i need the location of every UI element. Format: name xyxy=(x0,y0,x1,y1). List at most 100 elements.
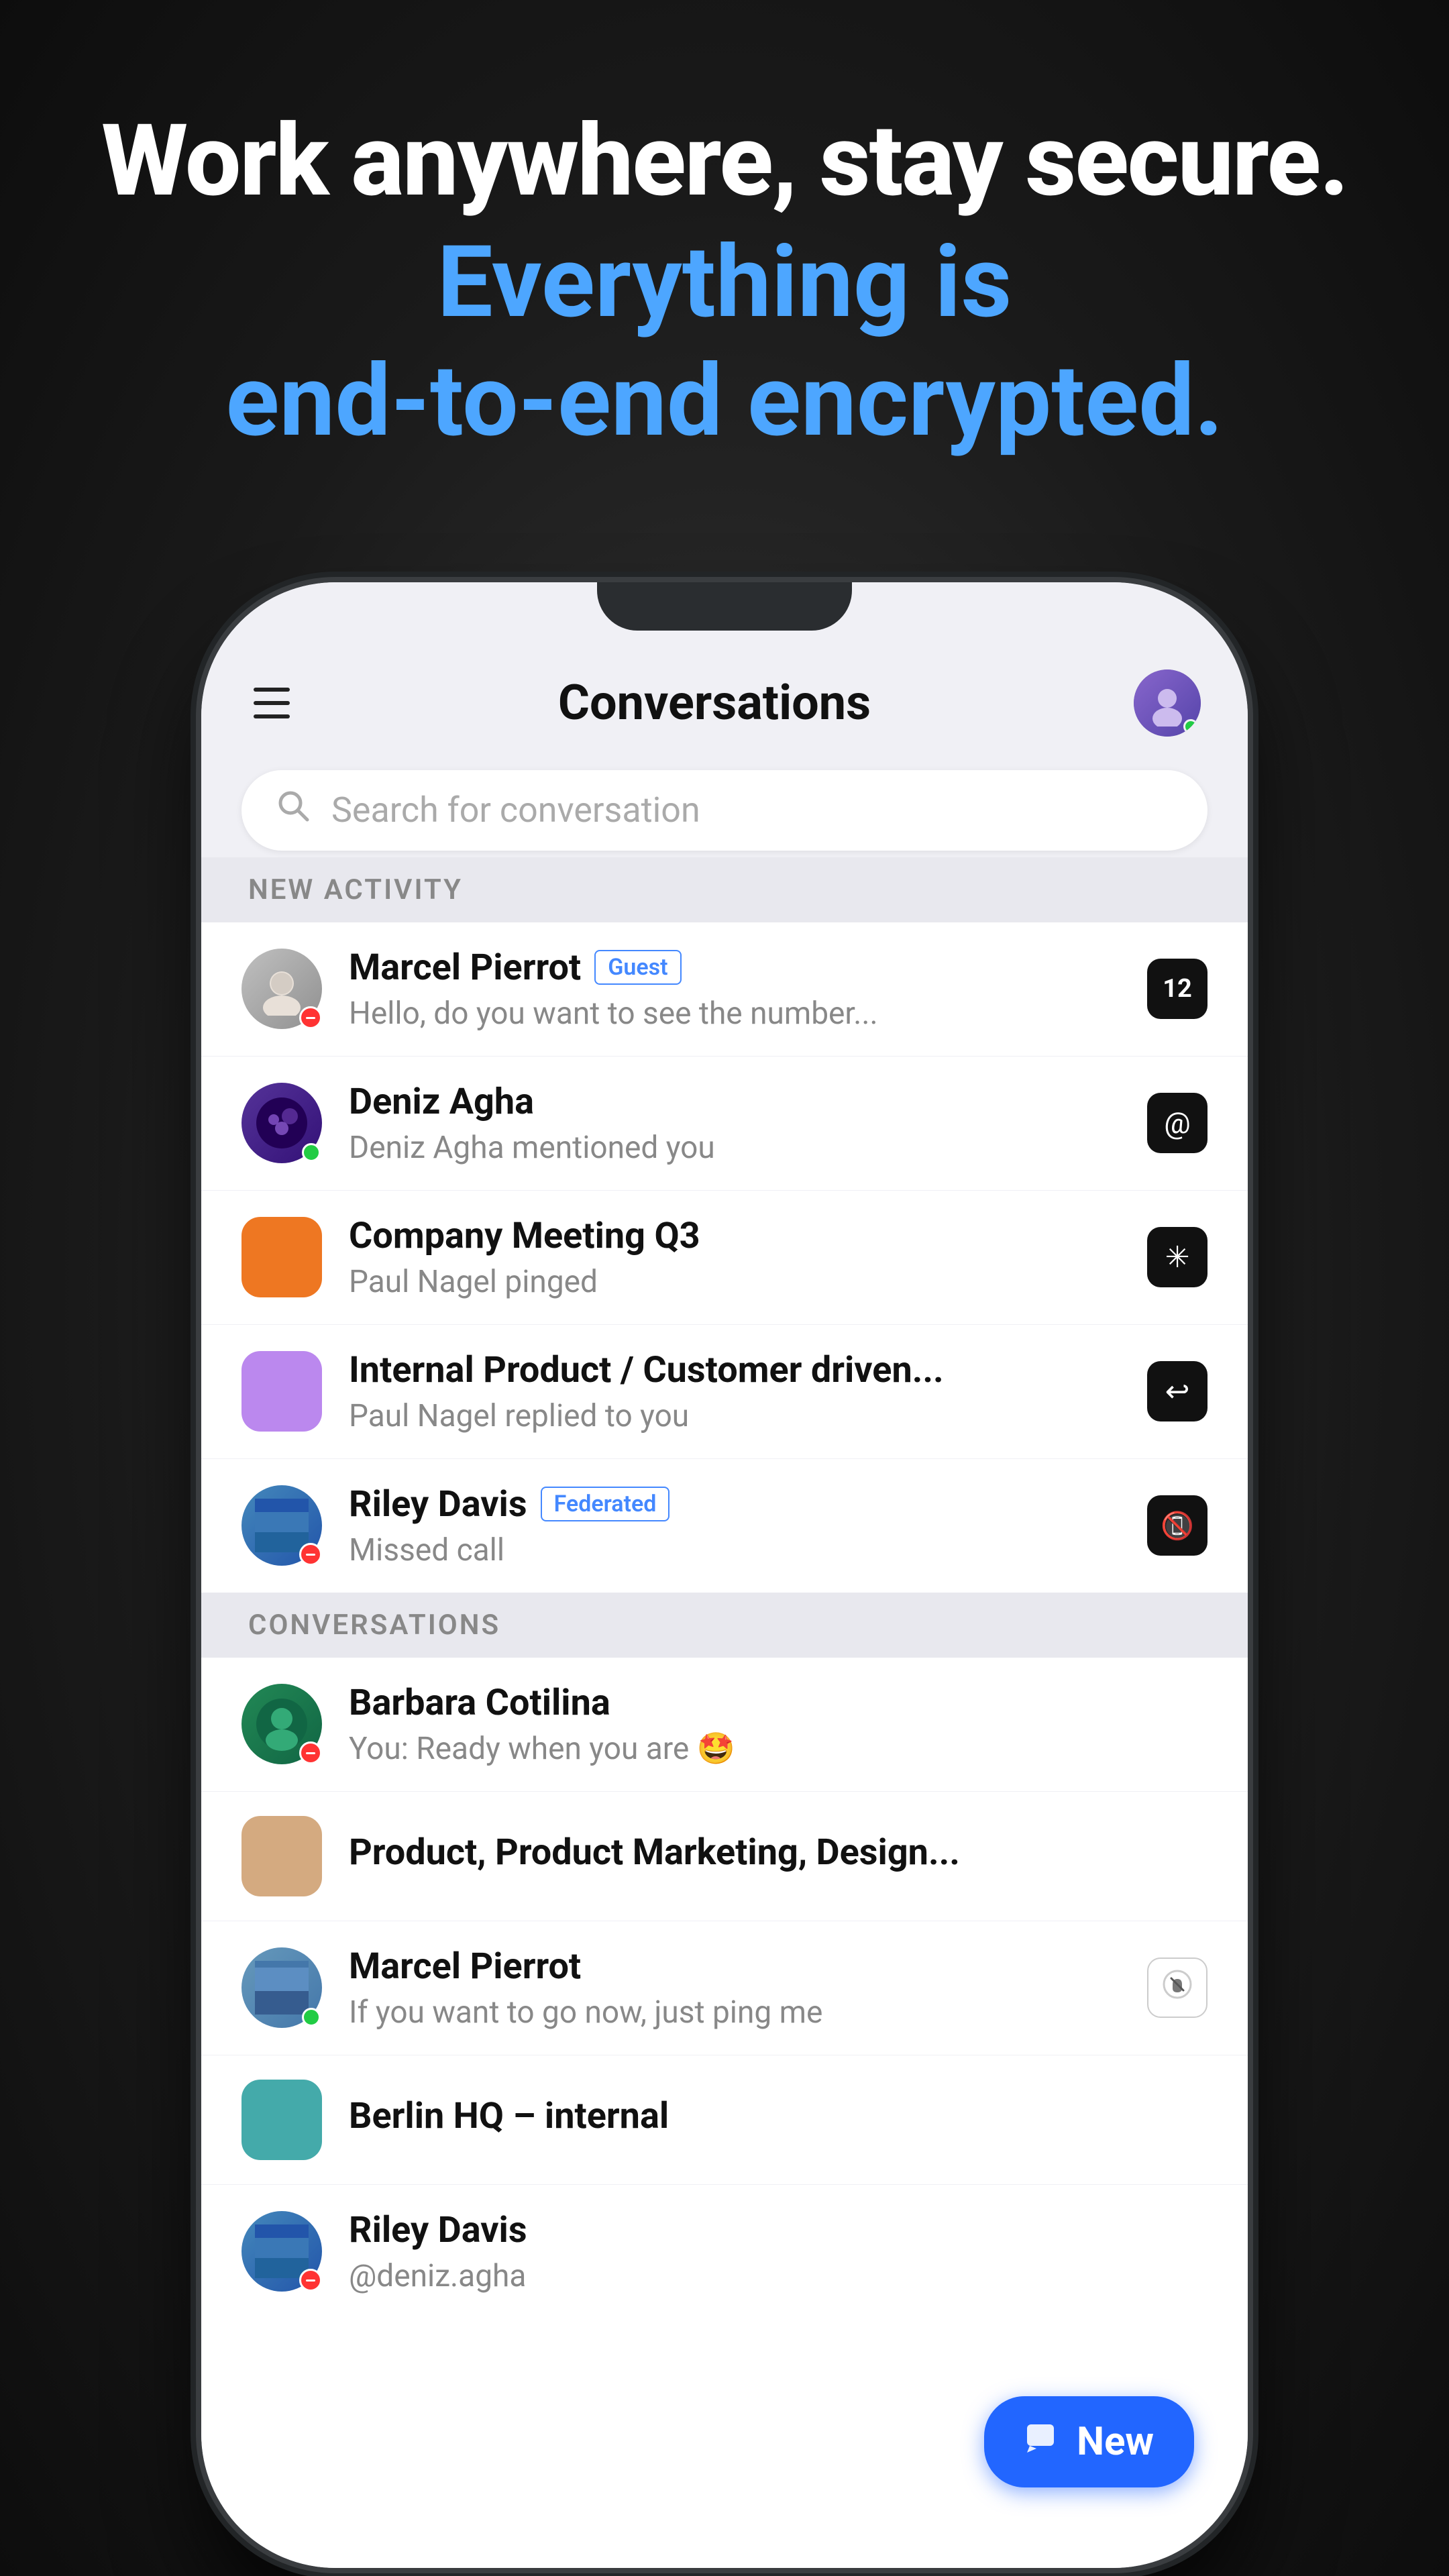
new-conversation-button[interactable]: New xyxy=(984,2396,1194,2487)
avatar-wrap xyxy=(241,2211,322,2292)
guest-badge: Guest xyxy=(594,950,681,985)
conv-name-row: Riley Davis xyxy=(349,2209,1208,2251)
new-activity-list: Marcel Pierrot Guest Hello, do you want … xyxy=(201,922,1248,1593)
conv-content: Company Meeting Q3 Paul Nagel pinged xyxy=(349,1215,1120,1300)
conv-name-row: Internal Product / Customer driven... xyxy=(349,1349,1120,1391)
avatar xyxy=(241,2080,322,2160)
conv-preview: If you want to go now, just ping me xyxy=(349,1994,1120,2031)
status-dot-active xyxy=(302,2008,321,2027)
conv-content: Riley Davis Federated Missed call xyxy=(349,1483,1120,1568)
avatar-wrap xyxy=(241,1485,322,1566)
app-header: Conversations xyxy=(201,649,1248,757)
unread-badge: 12 xyxy=(1147,959,1208,1019)
user-online-indicator xyxy=(1183,719,1198,734)
reply-badge: ↩ xyxy=(1147,1361,1208,1421)
section-new-activity: NEW ACTIVITY xyxy=(201,857,1248,922)
conv-content: Deniz Agha Deniz Agha mentioned you xyxy=(349,1081,1120,1166)
muted-badge xyxy=(1147,1957,1208,2018)
conv-name: Product, Product Marketing, Design... xyxy=(349,1831,960,1874)
conv-content: Marcel Pierrot Guest Hello, do you want … xyxy=(349,947,1120,1032)
muted-icon xyxy=(1163,1970,1192,2006)
avatar-wrap xyxy=(241,2080,322,2160)
new-chat-icon xyxy=(1024,2419,1061,2465)
conv-name: Company Meeting Q3 xyxy=(349,1215,700,1257)
search-icon xyxy=(275,788,311,833)
status-dot-busy xyxy=(299,1006,322,1029)
list-item[interactable]: Riley Davis @deniz.agha xyxy=(201,2185,1248,2318)
search-placeholder: Search for conversation xyxy=(331,790,700,830)
avatar-wrap xyxy=(241,1684,322,1764)
app-title: Conversations xyxy=(558,674,871,731)
avatar-wrap xyxy=(241,1816,322,1896)
headline-main: Work anywhere, stay secure. xyxy=(101,107,1348,217)
menu-line-3 xyxy=(254,714,290,718)
conv-content: Berlin HQ – internal xyxy=(349,2095,1208,2144)
mention-badge: @ xyxy=(1147,1093,1208,1153)
status-dot-busy xyxy=(299,2269,322,2292)
conv-name-row: Deniz Agha xyxy=(349,1081,1120,1123)
avatar-wrap xyxy=(241,949,322,1029)
conv-name: Berlin HQ – internal xyxy=(349,2095,669,2137)
menu-line-1 xyxy=(254,688,290,692)
conv-name-row: Company Meeting Q3 xyxy=(349,1215,1120,1257)
conv-name-row: Berlin HQ – internal xyxy=(349,2095,1208,2137)
conv-content: Marcel Pierrot If you want to go now, ju… xyxy=(349,1945,1120,2031)
user-avatar-header[interactable] xyxy=(1134,669,1201,737)
headline-section: Work anywhere, stay secure. Everything i… xyxy=(48,107,1401,462)
phone-frame: Conversations Search for conversati xyxy=(201,582,1248,2568)
conv-preview: You: Ready when you are 🤩 xyxy=(349,1731,1208,1767)
conv-name-row: Riley Davis Federated xyxy=(349,1483,1120,1525)
avatar xyxy=(241,1816,322,1896)
conv-name: Marcel Pierrot xyxy=(349,947,581,989)
status-dot-busy xyxy=(299,1741,322,1764)
reply-icon: ↩ xyxy=(1165,1374,1190,1409)
conversations-list: NEW ACTIVITY xyxy=(201,857,1248,2568)
avatar xyxy=(241,1351,322,1432)
avatar xyxy=(241,1217,322,1297)
conv-name: Deniz Agha xyxy=(349,1081,534,1123)
ping-icon: ✳ xyxy=(1165,1240,1190,1275)
conv-content: Riley Davis @deniz.agha xyxy=(349,2209,1208,2294)
mention-icon: @ xyxy=(1164,1106,1191,1140)
status-dot-active xyxy=(302,1143,321,1162)
missed-call-badge: 📵 xyxy=(1147,1495,1208,1556)
avatar-wrap xyxy=(241,1351,322,1432)
conv-name-row: Product, Product Marketing, Design... xyxy=(349,1831,1208,1874)
phone-screen: Conversations Search for conversati xyxy=(201,582,1248,2568)
list-item[interactable]: Deniz Agha Deniz Agha mentioned you @ xyxy=(201,1057,1248,1191)
avatar-wrap xyxy=(241,1083,322,1163)
conv-content: Product, Product Marketing, Design... xyxy=(349,1831,1208,1880)
notch xyxy=(597,582,852,631)
list-item[interactable]: Marcel Pierrot If you want to go now, ju… xyxy=(201,1921,1248,2055)
conv-preview: @deniz.agha xyxy=(349,2258,1208,2294)
search-bar[interactable]: Search for conversation xyxy=(241,770,1208,851)
conv-name-row: Marcel Pierrot xyxy=(349,1945,1120,1988)
list-item[interactable]: Marcel Pierrot Guest Hello, do you want … xyxy=(201,922,1248,1057)
list-item[interactable]: Berlin HQ – internal xyxy=(201,2055,1248,2185)
list-item[interactable]: Barbara Cotilina You: Ready when you are… xyxy=(201,1658,1248,1792)
conv-name: Internal Product / Customer driven... xyxy=(349,1349,944,1391)
conv-content: Internal Product / Customer driven... Pa… xyxy=(349,1349,1120,1434)
menu-icon[interactable] xyxy=(248,680,295,727)
conv-preview: Paul Nagel replied to you xyxy=(349,1398,1120,1434)
conv-preview: Deniz Agha mentioned you xyxy=(349,1130,1120,1166)
list-item[interactable]: Riley Davis Federated Missed call 📵 xyxy=(201,1459,1248,1593)
unread-count: 12 xyxy=(1163,974,1192,1004)
conv-preview: Hello, do you want to see the number... xyxy=(349,996,1120,1032)
conv-preview: Paul Nagel pinged xyxy=(349,1264,1120,1300)
new-button-label: New xyxy=(1077,2419,1154,2465)
status-dot-busy xyxy=(299,1543,322,1566)
conv-preview: Missed call xyxy=(349,1532,1120,1568)
menu-line-2 xyxy=(254,701,290,705)
ping-badge: ✳ xyxy=(1147,1227,1208,1287)
list-item[interactable]: Company Meeting Q3 Paul Nagel pinged ✳ xyxy=(201,1191,1248,1325)
conv-name: Marcel Pierrot xyxy=(349,1945,581,1988)
conv-name: Riley Davis xyxy=(349,2209,527,2251)
conv-name: Barbara Cotilina xyxy=(349,1682,610,1724)
federated-badge: Federated xyxy=(541,1487,670,1521)
headline-sub: Everything is end-to-end encrypted. xyxy=(101,223,1348,462)
avatar-wrap xyxy=(241,1947,322,2028)
list-item[interactable]: Product, Product Marketing, Design... xyxy=(201,1792,1248,1921)
section-conversations: CONVERSATIONS xyxy=(201,1593,1248,1658)
list-item[interactable]: Internal Product / Customer driven... Pa… xyxy=(201,1325,1248,1459)
